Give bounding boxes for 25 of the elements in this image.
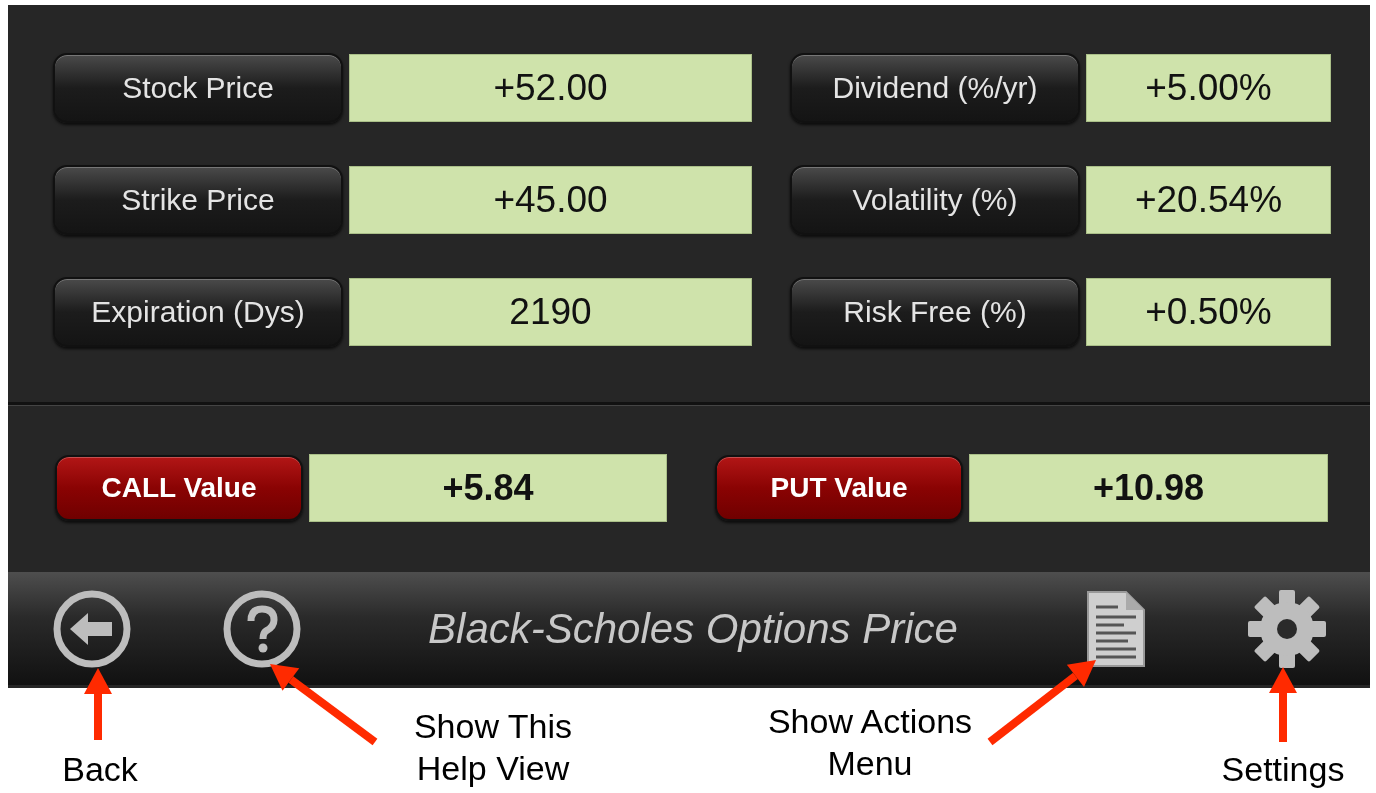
screen-title: Black-Scholes Options Price [427,604,959,653]
value-field[interactable]: +45.00 [349,166,752,234]
document-icon[interactable] [1084,588,1148,669]
annotation-label: Back [62,749,138,790]
annotation-label: Settings [1221,749,1345,790]
result-button[interactable]: CALL Value [55,455,303,521]
result-button[interactable]: PUT Value [715,455,963,521]
value-field[interactable]: +0.50% [1086,278,1331,346]
annotation-label: Show Actions Menu [767,701,973,784]
parameter-button[interactable]: Expiration (Dys) [53,277,343,347]
result-field: +5.84 [309,454,667,522]
back-icon[interactable] [52,588,132,669]
value-field[interactable]: +5.00% [1086,54,1331,122]
parameter-button[interactable]: Dividend (%/yr) [790,53,1080,123]
parameter-button[interactable]: Strike Price [53,165,343,235]
result-field: +10.98 [969,454,1328,522]
parameter-button[interactable]: Volatility (%) [790,165,1080,235]
help-icon[interactable] [222,588,302,669]
parameter-button[interactable]: Stock Price [53,53,343,123]
annotation-label: Show This Help View [413,706,573,789]
settings-icon[interactable] [1246,587,1328,670]
value-field[interactable]: +20.54% [1086,166,1331,234]
value-field[interactable]: +52.00 [349,54,752,122]
parameter-button[interactable]: Risk Free (%) [790,277,1080,347]
value-field[interactable]: 2190 [349,278,752,346]
